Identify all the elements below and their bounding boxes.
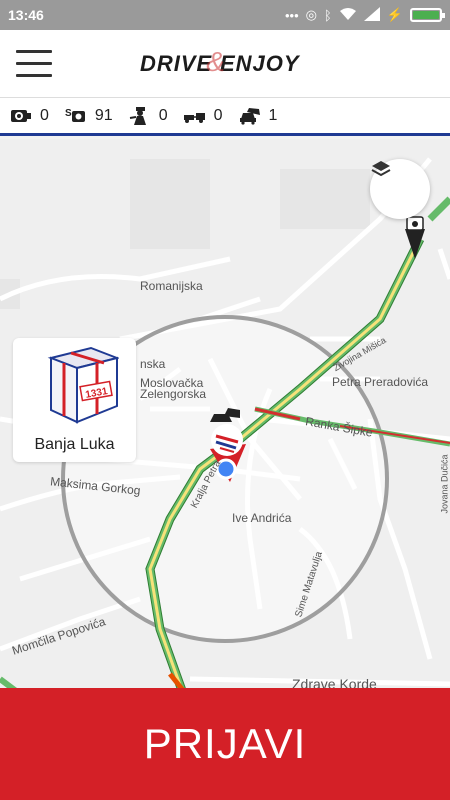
report-button-label: PRIJAVI [143, 720, 307, 767]
report-stats-bar: 0 S 91 0 0 1 [0, 98, 450, 136]
camera-marker-icon[interactable] [405, 216, 425, 259]
menu-button[interactable] [16, 50, 52, 78]
signal-icon [363, 6, 380, 24]
stat-tow[interactable]: 0 [183, 106, 223, 125]
stat-accident[interactable]: 1 [239, 106, 278, 125]
package-box-icon: 1331 [47, 346, 119, 424]
battery-fill [413, 11, 439, 19]
tow-truck-icon [183, 112, 205, 123]
app-logo: DRIVE & ENJOY [140, 46, 320, 82]
street-label: Ive Andrića [232, 511, 292, 525]
bluetooth-icon: ᛒ [324, 7, 332, 23]
charging-icon: ⚡ [386, 7, 403, 22]
hamburger-icon-line [16, 74, 52, 77]
car-accident-icon [239, 107, 260, 125]
map-layers-button[interactable] [370, 159, 430, 219]
city-label: Banja Luka [34, 436, 115, 453]
alarm-icon: ◎ [305, 7, 317, 22]
stat-value: 91 [94, 106, 113, 124]
overflow-dots-icon: ••• [285, 7, 299, 23]
logo-word-enjoy: ENJOY [219, 51, 300, 76]
app-header: DRIVE & ENJOY [0, 30, 450, 98]
report-button[interactable]: PRIJAVI [0, 688, 450, 800]
hamburger-icon-line [16, 50, 52, 53]
street-label: Zelengorska [140, 387, 207, 401]
radar-icon: S [65, 108, 85, 122]
speed-camera-icon [11, 109, 31, 122]
stat-value: 0 [40, 106, 49, 124]
police-officer-icon [129, 106, 146, 125]
stat-speed-camera[interactable]: 0 [10, 107, 49, 125]
status-icons: ••• ◎ ᛒ ⚡ [285, 6, 445, 24]
street-label: nska [140, 357, 166, 371]
status-bar: 13:46 ••• ◎ ᛒ ⚡ [0, 0, 450, 30]
street-label: Romanijska [140, 279, 203, 293]
street-label: Petra Preradovića [332, 375, 429, 389]
stat-value: 0 [213, 106, 223, 124]
city-card[interactable]: 1331 Banja Luka [13, 338, 136, 462]
status-time: 13:46 [8, 7, 44, 23]
logo-word-drive: DRIVE [140, 51, 213, 76]
logo-ampersand: & [206, 46, 226, 77]
stat-value: 0 [158, 106, 168, 124]
stat-radar[interactable]: S 91 [65, 107, 113, 125]
street-label: Jovana Dučića [439, 454, 450, 514]
wifi-icon [339, 7, 357, 24]
hamburger-icon-line [16, 62, 52, 65]
layers-icon [371, 161, 391, 177]
svg-text:S: S [65, 108, 72, 119]
app-screen: 13:46 ••• ◎ ᛒ ⚡ DRIVE & ENJOY 0 S 91 0 0… [0, 0, 450, 800]
stat-police[interactable]: 0 [129, 106, 168, 125]
map-view[interactable]: Romanijska nska Moslovačka Zelengorska P… [0, 139, 450, 699]
stat-value: 1 [268, 106, 278, 124]
battery-icon [410, 8, 445, 22]
